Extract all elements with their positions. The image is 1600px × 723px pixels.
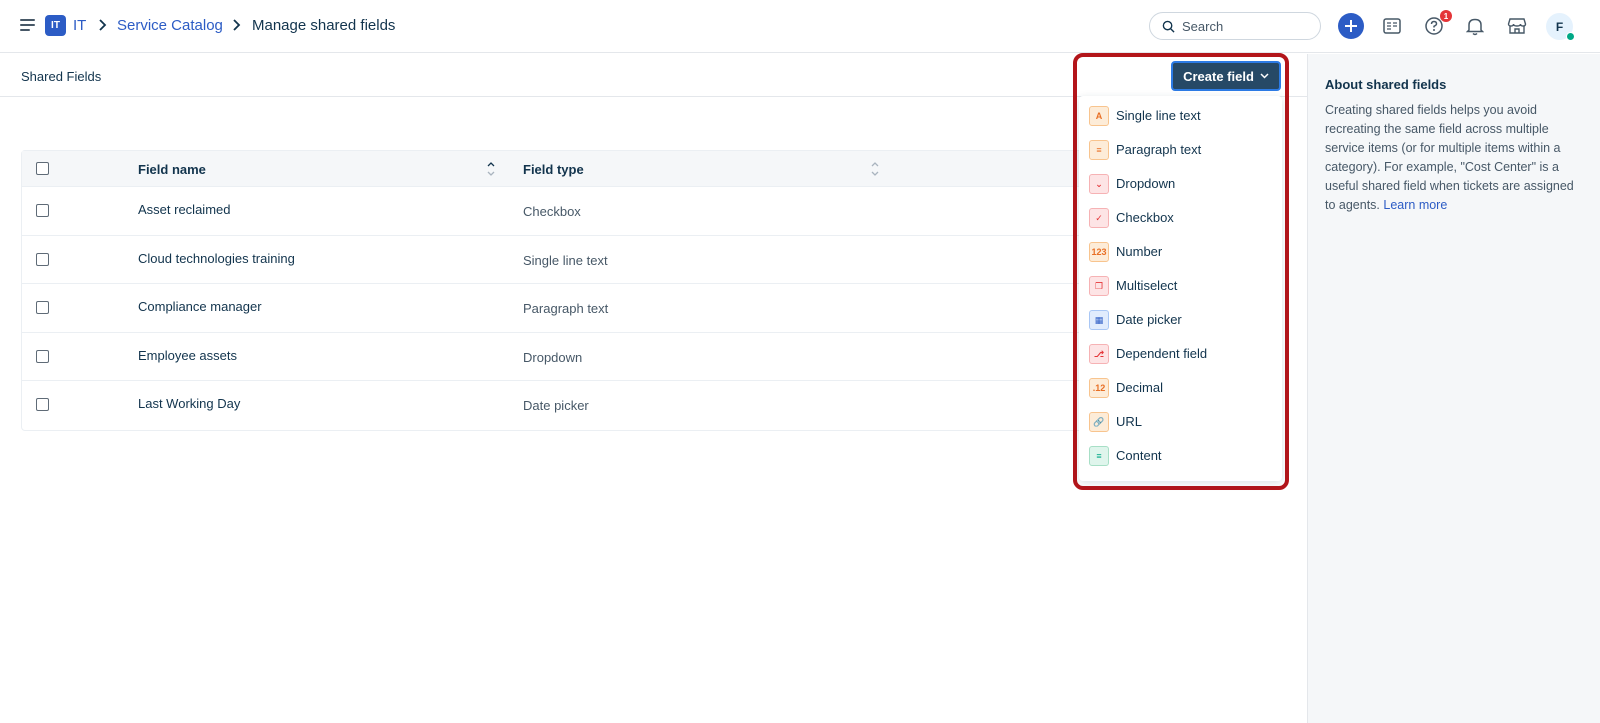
decimal-icon: .12 bbox=[1089, 378, 1109, 398]
table-row[interactable]: Employee assets Dropdown bbox=[22, 333, 1130, 381]
menu-item-label: Date picker bbox=[1116, 312, 1182, 327]
ticket-list-icon bbox=[1383, 18, 1401, 34]
multiselect-icon: ❐ bbox=[1089, 276, 1109, 296]
breadcrumb-it[interactable]: IT bbox=[73, 16, 86, 36]
about-panel-title: About shared fields bbox=[1325, 77, 1447, 92]
field-type-cell: Date picker bbox=[523, 398, 589, 413]
marketplace-button[interactable] bbox=[1504, 13, 1530, 39]
dependent-field-icon: ⎇ bbox=[1089, 344, 1109, 364]
plus-icon bbox=[1345, 20, 1357, 32]
row-checkbox[interactable] bbox=[36, 252, 49, 266]
field-type-cell: Checkbox bbox=[523, 204, 581, 219]
menu-item-label: Decimal bbox=[1116, 380, 1163, 395]
menu-item-label: Checkbox bbox=[1116, 210, 1174, 225]
field-type-cell: Single line text bbox=[523, 252, 608, 268]
checkbox-icon: ✓ bbox=[1089, 208, 1109, 228]
sort-icon[interactable] bbox=[486, 160, 496, 178]
bell-icon bbox=[1466, 18, 1484, 36]
quick-create-button[interactable] bbox=[1338, 13, 1364, 39]
presence-status-dot bbox=[1566, 32, 1575, 41]
tickets-list-button[interactable] bbox=[1379, 13, 1405, 39]
store-icon bbox=[1507, 18, 1527, 34]
search-icon bbox=[1162, 20, 1175, 33]
breadcrumb-service-catalog[interactable]: Service Catalog bbox=[117, 16, 223, 36]
menu-item-checkbox[interactable]: ✓ Checkbox bbox=[1079, 202, 1282, 234]
chevron-right-icon bbox=[99, 19, 107, 31]
menu-item-date-picker[interactable]: ▦ Date picker bbox=[1079, 304, 1282, 336]
row-checkbox[interactable] bbox=[36, 398, 49, 411]
breadcrumb-current-page: Manage shared fields bbox=[252, 17, 396, 34]
column-header-field-name[interactable]: Field name bbox=[138, 162, 206, 177]
menu-item-multiselect[interactable]: ❐ Multiselect bbox=[1079, 270, 1282, 302]
menu-item-label: Content bbox=[1116, 448, 1162, 463]
row-checkbox[interactable] bbox=[36, 301, 49, 314]
menu-item-decimal[interactable]: .12 Decimal bbox=[1079, 372, 1282, 404]
column-header-field-type[interactable]: Field type bbox=[523, 162, 584, 177]
table-row[interactable]: Asset reclaimed Checkbox bbox=[22, 187, 1130, 236]
hamburger-menu-icon[interactable] bbox=[20, 19, 35, 33]
chevron-down-icon bbox=[1260, 73, 1269, 79]
shared-fields-table: Field name Field type Asset reclaimed Ch… bbox=[21, 150, 1131, 431]
field-name-cell[interactable]: Asset reclaimed bbox=[138, 202, 230, 217]
about-shared-fields-panel: About shared fields Creating shared fiel… bbox=[1307, 54, 1600, 723]
table-row[interactable]: Cloud technologies training Single line … bbox=[22, 236, 1130, 284]
table-row[interactable]: Last Working Day Date picker bbox=[22, 381, 1130, 430]
menu-item-content[interactable]: ≡ Content bbox=[1079, 440, 1282, 472]
field-name-cell[interactable]: Last Working Day bbox=[138, 396, 240, 411]
menu-item-paragraph-text[interactable]: ≡ Paragraph text bbox=[1079, 134, 1282, 166]
workspace-badge[interactable]: IT bbox=[45, 15, 66, 36]
menu-item-label: Dependent field bbox=[1116, 346, 1208, 361]
notifications-button[interactable] bbox=[1462, 13, 1488, 39]
chevron-right-icon bbox=[233, 19, 241, 31]
search-input[interactable] bbox=[1182, 18, 1302, 34]
number-icon: 123 bbox=[1089, 242, 1109, 262]
table-row[interactable]: Compliance manager Paragraph text bbox=[22, 284, 1130, 333]
sort-icon[interactable] bbox=[870, 160, 880, 178]
help-notification-badge: 1 bbox=[1440, 10, 1452, 22]
link-icon: 🔗 bbox=[1089, 412, 1109, 432]
menu-item-single-line-text[interactable]: A Single line text bbox=[1079, 100, 1282, 132]
select-all-checkbox[interactable] bbox=[36, 162, 49, 175]
row-checkbox[interactable] bbox=[36, 204, 49, 217]
calendar-icon: ▦ bbox=[1089, 310, 1109, 330]
page-title: Shared Fields bbox=[21, 69, 102, 84]
field-type-cell: Paragraph text bbox=[523, 301, 609, 316]
menu-item-dropdown[interactable]: ⌄ Dropdown bbox=[1079, 168, 1282, 200]
menu-item-number[interactable]: 123 Number bbox=[1079, 236, 1282, 268]
field-name-cell[interactable]: Employee assets bbox=[138, 348, 237, 363]
learn-more-link[interactable]: Learn more bbox=[1383, 198, 1447, 212]
top-navigation-bar: IT IT Service Catalog Manage shared fiel… bbox=[0, 0, 1600, 53]
menu-item-label: Paragraph text bbox=[1116, 142, 1202, 157]
menu-item-label: Dropdown bbox=[1116, 176, 1176, 191]
menu-item-label: Multiselect bbox=[1116, 278, 1178, 293]
global-search[interactable] bbox=[1149, 12, 1321, 40]
dropdown-icon: ⌄ bbox=[1089, 174, 1109, 194]
paragraph-icon: ≡ bbox=[1089, 140, 1109, 160]
menu-item-label: Number bbox=[1116, 244, 1163, 259]
menu-item-url[interactable]: 🔗 URL bbox=[1079, 406, 1282, 438]
menu-item-dependent-field[interactable]: ⎇ Dependent field bbox=[1079, 338, 1282, 370]
about-panel-body-text: Creating shared fields helps you avoid r… bbox=[1325, 103, 1574, 212]
menu-item-label: URL bbox=[1116, 414, 1143, 429]
field-name-cell[interactable]: Cloud technologies training bbox=[138, 251, 295, 266]
field-name-cell[interactable]: Compliance manager bbox=[138, 299, 262, 314]
create-field-button-label: Create field bbox=[1183, 68, 1254, 84]
about-panel-description: Creating shared fields helps you avoid r… bbox=[1325, 101, 1585, 215]
content-icon: ≡ bbox=[1089, 446, 1109, 466]
create-field-menu: A Single line text ≡ Paragraph text ⌄ Dropdow… bbox=[1079, 96, 1282, 481]
row-checkbox[interactable] bbox=[36, 349, 49, 363]
field-type-cell: Dropdown bbox=[523, 349, 583, 365]
table-header: Field name Field type bbox=[22, 151, 1130, 187]
menu-item-label: Single line text bbox=[1116, 108, 1201, 123]
create-field-button[interactable]: Create field bbox=[1171, 61, 1281, 91]
text-a-icon: A bbox=[1089, 106, 1109, 126]
